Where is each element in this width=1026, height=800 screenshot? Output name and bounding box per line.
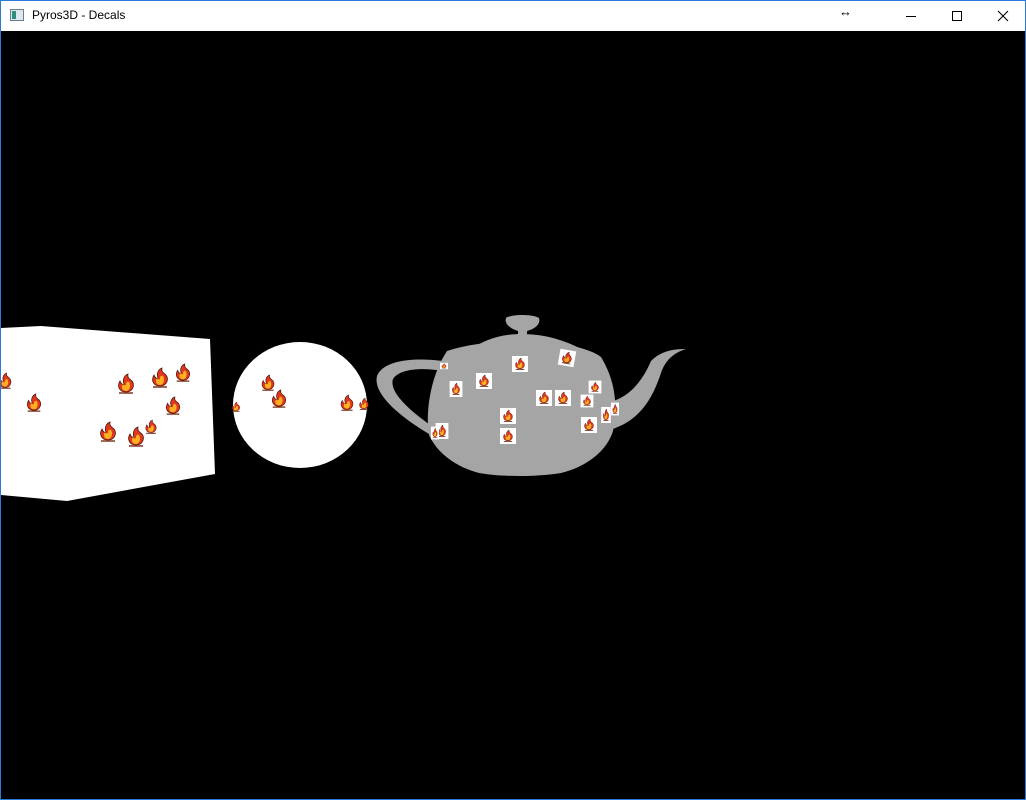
fire-decal <box>611 403 619 416</box>
maximize-button[interactable] <box>934 1 980 31</box>
cube-object[interactable] <box>1 326 215 501</box>
scene-canvas <box>1 315 686 501</box>
window-title: Pyros3D - Decals <box>32 8 126 22</box>
fire-decal <box>581 417 597 433</box>
fire-decal <box>558 349 577 368</box>
app-icon <box>10 9 24 21</box>
close-icon <box>997 10 1009 22</box>
app-window: Pyros3D - Decals ↔ <box>0 0 1026 800</box>
fire-decal <box>440 363 448 369</box>
maximize-icon <box>952 11 962 21</box>
teapot-object[interactable] <box>376 315 686 476</box>
fire-decal <box>512 356 528 372</box>
fire-decal <box>555 390 571 406</box>
fire-decal <box>431 427 439 440</box>
fire-decal <box>589 381 602 394</box>
minimize-button[interactable] <box>888 1 934 31</box>
fire-decal <box>500 428 516 444</box>
fire-decal <box>450 381 463 397</box>
sphere-object[interactable] <box>231 342 369 468</box>
fire-decal <box>581 395 594 408</box>
minimize-icon <box>906 16 916 17</box>
fire-decal <box>476 373 492 389</box>
close-button[interactable] <box>980 1 1026 31</box>
title-bar[interactable]: Pyros3D - Decals ↔ <box>1 1 1025 31</box>
fire-decal <box>500 408 516 424</box>
fire-decal <box>601 407 611 423</box>
render-viewport[interactable] <box>1 31 1025 799</box>
horizontal-resize-icon: ↔ <box>839 4 852 19</box>
fire-decal <box>536 390 552 406</box>
